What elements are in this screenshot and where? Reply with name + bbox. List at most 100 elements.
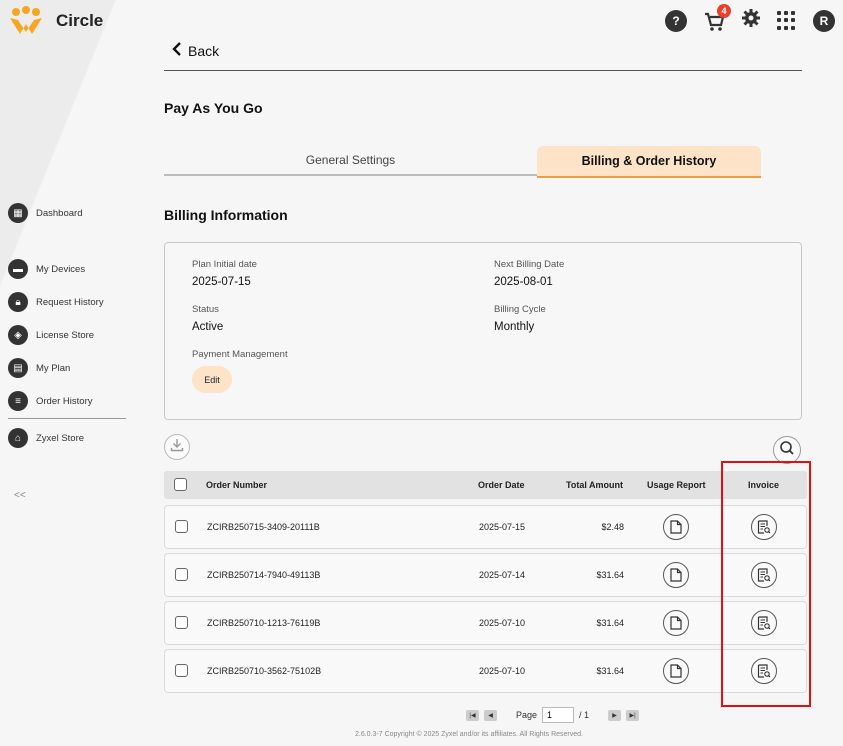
order-date: 2025-07-14 <box>479 570 526 580</box>
row-checkbox[interactable] <box>175 664 188 677</box>
billing-cycle-label: Billing Cycle <box>494 304 546 315</box>
sidebar-item-label: My Plan <box>36 362 71 374</box>
sidebar-item-label: Request History <box>36 296 104 308</box>
order-date: 2025-07-15 <box>479 522 526 532</box>
download-icon <box>170 438 184 457</box>
devices-icon: ▬ <box>8 259 28 279</box>
sidebar-item-dashboard[interactable]: ▦ Dashboard <box>8 202 132 224</box>
sidebar-item-label: License Store <box>36 329 95 341</box>
page-number-input[interactable] <box>542 707 575 723</box>
cart-icon[interactable]: 4 <box>703 3 731 32</box>
sidebar-item-my-devices[interactable]: ▬ My Devices <box>8 258 132 280</box>
last-page-button[interactable]: ▶| <box>626 709 640 721</box>
back-button[interactable]: Back <box>172 42 219 59</box>
status-label: Status <box>192 304 219 315</box>
total-amount: $2.48 <box>601 522 624 532</box>
lock-icon: 🔒︎ <box>8 292 28 312</box>
app-name: Circle <box>56 11 104 30</box>
billing-info-card: Plan Initial date 2025-07-15 Next Billin… <box>164 242 802 420</box>
total-amount: $31.64 <box>596 570 624 580</box>
tab-general-settings[interactable]: General Settings <box>164 146 537 176</box>
header-divider <box>164 70 802 71</box>
sidebar-item-label: Dashboard <box>36 207 83 219</box>
plan-initial-date-label: Plan Initial date <box>192 259 257 270</box>
status-value: Active <box>192 321 224 333</box>
sidebar-item-order-history[interactable]: ≡ Order History <box>8 390 132 412</box>
avatar[interactable]: R <box>813 9 835 32</box>
sidebar: ▦ Dashboard ▬ My Devices 🔒︎ Request Hist… <box>8 202 132 449</box>
apps-grid-icon[interactable] <box>777 10 797 31</box>
row-checkbox[interactable] <box>175 520 188 533</box>
footer-copyright: 2.6.0.3-7 Copyright © 2025 Zyxel and/or … <box>355 731 583 738</box>
next-billing-date-label: Next Billing Date <box>494 259 565 270</box>
table-row[interactable]: ZCIRB250710-3562-75102B 2025-07-10 $31.6… <box>164 649 807 693</box>
calendar-icon: ▤ <box>8 358 28 378</box>
column-header[interactable]: Order Number <box>206 480 267 490</box>
store-icon: ⌂ <box>8 428 28 448</box>
sidebar-item-label: Order History <box>36 395 93 407</box>
avatar-initial: R <box>819 13 829 28</box>
billing-cycle-value: Monthly <box>494 321 535 333</box>
order-number: ZCIRB250714-7940-49113B <box>207 570 321 580</box>
total-amount: $31.64 <box>596 666 624 676</box>
help-glyph: ? <box>672 13 680 28</box>
sidebar-item-request-history[interactable]: 🔒︎ Request History <box>8 291 132 313</box>
order-number: ZCIRB250710-1213-76119B <box>207 618 321 628</box>
chevron-left-icon <box>172 42 182 59</box>
page-label: Page <box>516 710 538 720</box>
top-toolbar: ? 4 R <box>665 3 835 33</box>
column-header: Usage Report <box>647 480 706 490</box>
sidebar-item-license-store[interactable]: ◈ License Store <box>8 324 132 346</box>
table-header: Order Number Order Date Total Amount Usa… <box>164 471 807 499</box>
billing-section-title: Billing Information <box>164 207 288 223</box>
prev-page-button[interactable]: ◀ <box>484 709 497 721</box>
sidebar-divider <box>8 418 126 419</box>
usage-report-button[interactable] <box>663 658 689 684</box>
app-logo[interactable]: Circle <box>8 6 103 36</box>
list-icon: ≡ <box>8 391 28 411</box>
sidebar-collapse-button[interactable]: << <box>14 490 26 501</box>
page-total: / 1 <box>579 710 590 720</box>
document-icon <box>670 664 682 678</box>
column-header[interactable]: Order Date <box>478 480 525 490</box>
pagination: |◀ ◀ Page / 1 ▶ ▶| <box>466 707 640 723</box>
search-icon <box>779 440 795 461</box>
sidebar-item-my-plan[interactable]: ▤ My Plan <box>8 357 132 379</box>
table-row[interactable]: ZCIRB250714-7940-49113B 2025-07-14 $31.6… <box>164 553 807 597</box>
edit-payment-button[interactable]: Edit <box>192 366 232 393</box>
order-number: ZCIRB250715-3409-20111B <box>207 522 320 532</box>
circle-logo-icon <box>8 6 46 36</box>
help-icon[interactable]: ? <box>665 9 687 32</box>
usage-report-button[interactable] <box>663 610 689 636</box>
back-label: Back <box>188 42 220 59</box>
first-page-button[interactable]: |◀ <box>466 709 479 721</box>
usage-report-button[interactable] <box>663 514 689 540</box>
sidebar-item-label: My Devices <box>36 263 86 275</box>
invoice-column-highlight <box>721 461 811 707</box>
document-icon <box>670 616 682 630</box>
next-billing-date-value: 2025-08-01 <box>494 276 553 288</box>
document-icon <box>670 568 682 582</box>
sidebar-item-zyxel-store[interactable]: ⌂ Zyxel Store <box>8 427 132 449</box>
table-row[interactable]: ZCIRB250715-3409-20111B 2025-07-15 $2.48 <box>164 505 807 549</box>
document-icon <box>670 520 682 534</box>
download-button[interactable] <box>164 434 190 460</box>
sidebar-item-label: Zyxel Store <box>36 432 85 444</box>
cart-badge: 4 <box>717 3 731 18</box>
next-page-button[interactable]: ▶ <box>608 709 622 721</box>
select-all-checkbox[interactable] <box>174 478 187 491</box>
order-number: ZCIRB250710-3562-75102B <box>207 666 322 676</box>
row-checkbox[interactable] <box>175 568 188 581</box>
row-checkbox[interactable] <box>175 616 188 629</box>
search-button[interactable] <box>773 436 801 464</box>
table-row[interactable]: ZCIRB250710-1213-76119B 2025-07-10 $31.6… <box>164 601 807 645</box>
payment-management-label: Payment Management <box>192 349 288 360</box>
order-date: 2025-07-10 <box>479 666 526 676</box>
page-title: Pay As You Go <box>164 100 263 116</box>
total-amount: $31.64 <box>596 618 624 628</box>
gear-icon[interactable] <box>741 8 761 33</box>
license-icon: ◈ <box>8 325 28 345</box>
tab-billing-order-history[interactable]: Billing & Order History <box>537 146 761 178</box>
usage-report-button[interactable] <box>663 562 689 588</box>
column-header[interactable]: Total Amount <box>566 480 623 490</box>
